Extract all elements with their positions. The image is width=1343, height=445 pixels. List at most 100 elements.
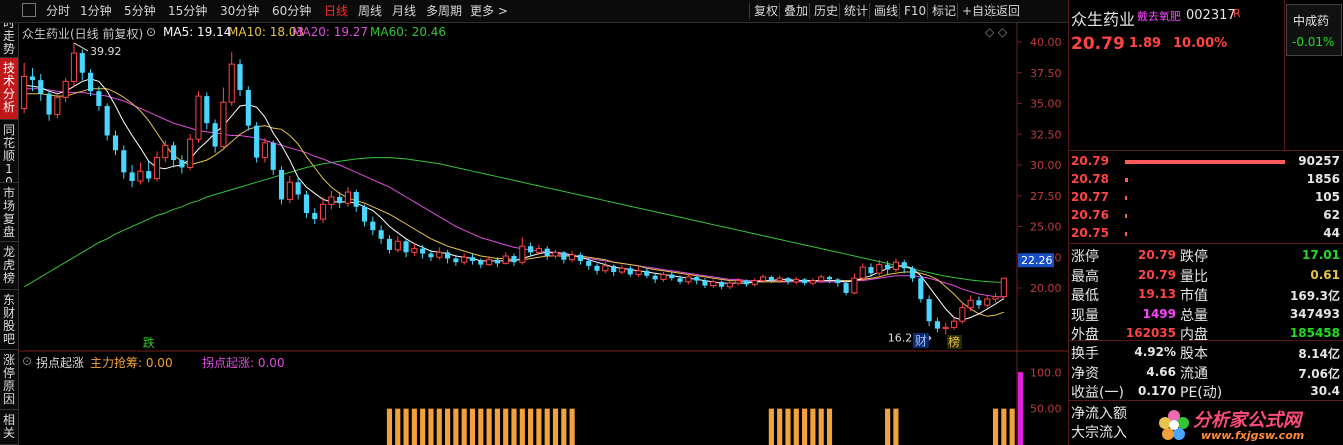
candle[interactable] (46, 89, 52, 121)
candle[interactable] (901, 259, 907, 274)
period-2[interactable]: 5分钟 (124, 3, 156, 19)
period-6[interactable]: 日线 (324, 3, 348, 19)
period-10[interactable]: 更多 > (470, 3, 508, 19)
candle[interactable] (394, 236, 401, 253)
candle[interactable] (70, 42, 78, 87)
candle[interactable] (87, 69, 94, 97)
period-4[interactable]: 30分钟 (220, 3, 259, 19)
grid-icon[interactable] (22, 3, 36, 17)
candle[interactable] (96, 86, 102, 111)
action-8[interactable]: 返回 (996, 3, 1020, 19)
candle[interactable] (62, 77, 69, 103)
candle[interactable] (694, 275, 700, 285)
candle[interactable] (851, 273, 858, 295)
action-5[interactable]: F10 (904, 3, 926, 19)
left-tab-6[interactable]: 涨停原因 (0, 350, 18, 410)
left-tab-4[interactable]: 龙虎榜 (0, 242, 18, 290)
candle[interactable] (328, 190, 335, 210)
period-8[interactable]: 月线 (392, 3, 416, 19)
candle[interactable] (295, 177, 301, 200)
candle[interactable] (618, 264, 626, 275)
stock-concept[interactable]: 戴去氧肥 (1137, 8, 1181, 24)
candle[interactable] (992, 292, 999, 303)
candle[interactable] (129, 165, 135, 188)
candle[interactable] (652, 273, 658, 284)
action-6[interactable]: 标记 (932, 3, 956, 19)
candle[interactable] (319, 196, 327, 223)
candle[interactable] (261, 137, 268, 163)
candle[interactable] (79, 49, 85, 81)
candle[interactable] (245, 86, 251, 131)
candle[interactable] (104, 103, 110, 141)
candle[interactable] (344, 187, 352, 207)
candle[interactable] (660, 272, 667, 282)
candle[interactable] (809, 278, 816, 286)
candle[interactable] (254, 121, 260, 163)
sector-box[interactable]: 中成药 -0.01% (1286, 4, 1342, 56)
action-4[interactable]: 画线 (874, 3, 898, 19)
candle[interactable] (702, 278, 708, 288)
candle[interactable] (38, 73, 44, 102)
marker-cai[interactable]: 财 (915, 334, 927, 348)
marker-bang[interactable]: 榜 (948, 334, 960, 349)
candle[interactable] (411, 243, 418, 257)
left-tab-2[interactable]: 同花顺10 (0, 120, 18, 183)
candle[interactable] (112, 130, 119, 156)
candle[interactable] (569, 251, 576, 263)
candle[interactable] (237, 59, 243, 97)
period-7[interactable]: 周线 (358, 3, 382, 19)
candle[interactable] (544, 246, 550, 260)
candle[interactable] (220, 87, 227, 151)
candle[interactable] (353, 189, 359, 212)
left-tab-3[interactable]: 市场复盘 (0, 183, 18, 242)
candle[interactable] (303, 190, 310, 218)
candle[interactable] (843, 281, 849, 296)
candle[interactable] (361, 204, 368, 227)
candle[interactable] (29, 67, 36, 92)
candle[interactable] (146, 161, 152, 183)
candle[interactable] (950, 317, 958, 330)
candle[interactable] (370, 216, 376, 236)
period-0[interactable]: 分时 (46, 3, 70, 19)
candle[interactable] (386, 235, 393, 254)
left-tab-5[interactable]: 东财股吧 (0, 290, 18, 350)
candle[interactable] (918, 275, 924, 303)
candle[interactable] (835, 278, 841, 287)
candle[interactable] (378, 225, 384, 244)
candle[interactable] (286, 176, 293, 204)
candle[interactable] (859, 263, 866, 281)
candle[interactable] (718, 280, 725, 290)
candle[interactable] (436, 247, 443, 260)
marker-die[interactable]: 跌 (143, 335, 155, 350)
action-0[interactable]: 复权 (754, 3, 778, 19)
candle[interactable] (212, 119, 218, 153)
candle[interactable] (21, 62, 28, 114)
candle[interactable] (644, 268, 650, 279)
candle[interactable] (519, 237, 526, 265)
candle[interactable] (403, 238, 409, 258)
action-3[interactable]: 统计 (844, 3, 868, 19)
candle[interactable] (594, 263, 600, 275)
period-1[interactable]: 1分钟 (80, 3, 112, 19)
candle[interactable] (934, 317, 941, 333)
period-5[interactable]: 60分钟 (272, 3, 311, 19)
candle[interactable] (959, 303, 966, 324)
candle[interactable] (785, 276, 791, 285)
candle[interactable] (561, 251, 567, 264)
chart-collapse-icon[interactable]: ⊙ (146, 25, 156, 39)
candle[interactable] (204, 92, 210, 130)
candle[interactable] (942, 322, 949, 335)
candle[interactable] (984, 295, 991, 308)
candle[interactable] (502, 252, 509, 265)
candle[interactable] (635, 267, 642, 277)
candle[interactable] (171, 141, 177, 168)
candle[interactable] (137, 162, 144, 185)
candle[interactable] (892, 258, 899, 273)
candle[interactable] (611, 264, 617, 276)
candle[interactable] (751, 278, 758, 287)
candle[interactable] (685, 274, 692, 285)
candle[interactable] (552, 249, 559, 259)
candle[interactable] (445, 249, 451, 264)
candle[interactable] (1000, 277, 1007, 299)
candle[interactable] (228, 51, 235, 106)
